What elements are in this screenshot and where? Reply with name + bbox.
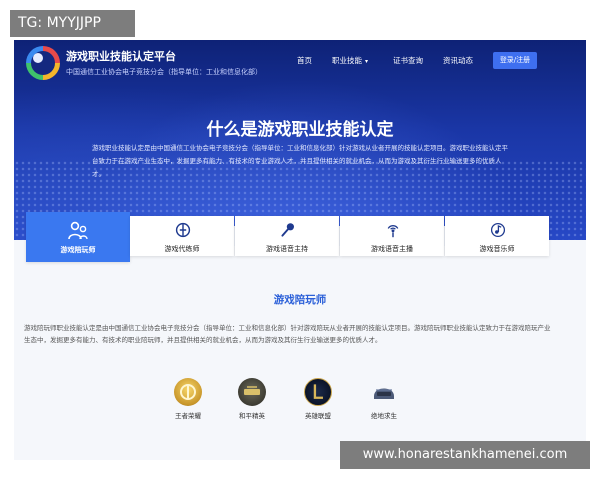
game-honor-of-kings[interactable]: 王者荣耀 (164, 378, 212, 420)
pubg-helmet-icon (370, 378, 398, 406)
tab-game-booster[interactable]: 游戏代练师 (130, 216, 234, 256)
nav-skills[interactable]: 职业技能 ▾ (332, 55, 368, 66)
section-title: 游戏陪玩师 (273, 294, 327, 306)
hero-title: 什么是游戏职业技能认定 (206, 120, 394, 140)
platform-logo[interactable] (26, 46, 60, 80)
tab-voice-host[interactable]: 游戏语音主持 (235, 216, 339, 256)
logo-core (33, 53, 43, 63)
peace-elite-icon (238, 378, 266, 406)
nav-skills-label: 职业技能 (332, 56, 362, 65)
tg-badge: TG: MYYJJPP (10, 10, 135, 37)
honor-of-kings-icon (174, 378, 202, 406)
chevron-down-icon: ▾ (365, 58, 369, 65)
nav-news[interactable]: 资讯动态 (443, 55, 473, 66)
tab-game-companion[interactable]: 游戏陪玩师 (26, 212, 130, 262)
music-note-icon (490, 222, 506, 238)
watermark: www.honarestankhamenei.com (340, 441, 590, 469)
game-label: 绝地求生 (371, 412, 397, 420)
game-pubg[interactable]: 绝地求生 (360, 378, 408, 420)
top-navbar: 游戏职业技能认定平台 中国通信工业协会电子竞技分会（指导单位：工业和信息化部） … (14, 40, 586, 86)
login-register-button[interactable]: 登录/注册 (493, 52, 537, 69)
section-description: 游戏陪玩师职业技能认定是由中国通信工业协会电子竞技分会（指导单位：工业和信息化部… (24, 324, 551, 344)
tab-voice-streamer[interactable]: 游戏语音主播 (340, 216, 444, 256)
controller-icon (175, 222, 191, 238)
tab-game-musician[interactable]: 游戏音乐师 (445, 216, 549, 256)
tab-label: 游戏代练师 (164, 245, 200, 253)
tab-label: 游戏语音主播 (371, 245, 413, 253)
broadcast-icon (387, 225, 399, 238)
brand-title[interactable]: 游戏职业技能认定平台 (66, 48, 176, 64)
game-peace-elite[interactable]: 和平精英 (228, 378, 276, 420)
hero-banner: 游戏职业技能认定平台 中国通信工业协会电子竞技分会（指导单位：工业和信息化部） … (14, 40, 586, 240)
people-icon (68, 221, 88, 240)
game-label: 英雄联盟 (305, 412, 331, 420)
nav-certificate-query[interactable]: 证书查询 (393, 55, 423, 66)
microphone-icon (281, 223, 294, 237)
supported-games: 王者荣耀 和平精英 英雄联盟 绝地求生 (164, 378, 424, 428)
game-label: 王者荣耀 (175, 412, 201, 420)
web-page: 游戏职业技能认定平台 中国通信工业协会电子竞技分会（指导单位：工业和信息化部） … (14, 40, 586, 460)
game-league-of-legends[interactable]: 英雄联盟 (294, 378, 342, 420)
career-tabs: 游戏陪玩师 游戏代练师 游戏语音主持 游戏语音主播 游戏音乐师 (26, 212, 549, 262)
brand-subtitle: 中国通信工业协会电子竞技分会（指导单位：工业和信息化部） (66, 68, 262, 76)
tab-label: 游戏陪玩师 (60, 246, 96, 254)
hero-description: 游戏职业技能认定是由中国通信工业协会电子竞技分会（指导单位：工业和信息化部）针对… (92, 144, 508, 178)
tab-label: 游戏音乐师 (479, 245, 515, 253)
game-label: 和平精英 (239, 412, 265, 420)
tab-label: 游戏语音主持 (266, 245, 308, 253)
nav-home[interactable]: 首页 (297, 55, 312, 66)
league-of-legends-icon (304, 378, 332, 406)
